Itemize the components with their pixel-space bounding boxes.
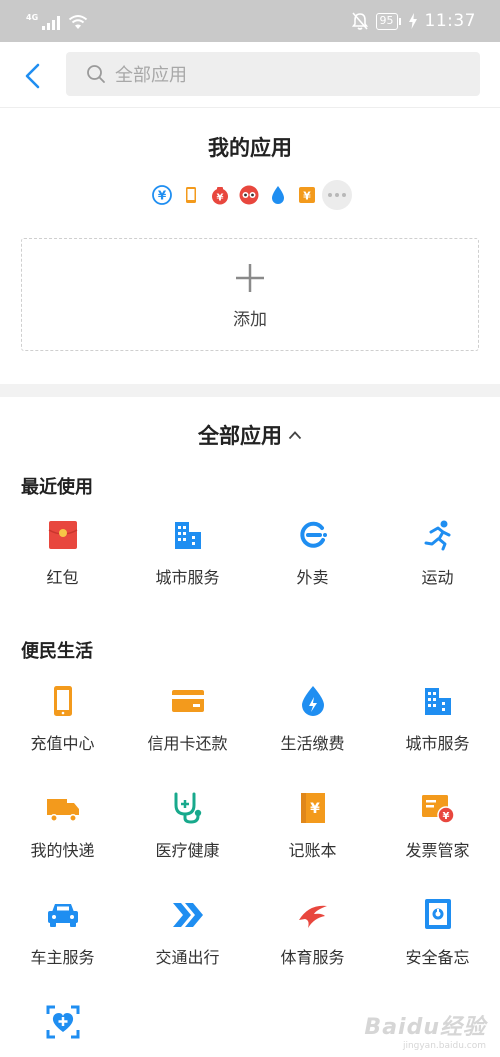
app-label: 信用卡还款 <box>147 734 228 753</box>
app-label: 记账本 <box>288 841 337 860</box>
app-health-partial[interactable] <box>0 991 125 1057</box>
invoice-icon: ¥ <box>422 795 455 824</box>
app-security-memo[interactable]: 安全备忘 <box>375 884 500 991</box>
section-title-recent: 最近使用 <box>21 477 93 498</box>
battery-indicator: 95 <box>375 12 401 30</box>
baidu-watermark: Baidu经验 jingyan.baidu.com <box>364 1009 486 1051</box>
battery-tip <box>398 17 401 25</box>
yuan-circle-icon: ¥ <box>148 182 175 209</box>
app-label: 充值中心 <box>30 734 95 753</box>
app-credit-card-repay[interactable]: 信用卡还款 <box>125 670 250 777</box>
app-sports-service[interactable]: 体育服务 <box>250 884 375 991</box>
ledger-icon: ¥ <box>301 793 325 823</box>
mute-bell-icon <box>351 12 368 30</box>
money-bag-icon: ¥ <box>206 182 233 209</box>
section-title-convenience: 便民生活 <box>21 641 93 662</box>
app-label: 运动 <box>421 568 454 587</box>
app-city-service[interactable]: 城市服务 <box>125 504 250 611</box>
app-transport[interactable]: 交通出行 <box>125 884 250 991</box>
app-medical-health[interactable]: 医疗健康 <box>125 777 250 884</box>
app-utility-payment[interactable]: 生活缴费 <box>250 670 375 777</box>
app-label: 发票管家 <box>405 841 470 860</box>
app-city-service-2[interactable]: 城市服务 <box>375 670 500 777</box>
red-envelope-icon <box>48 521 78 549</box>
charging-bolt-icon <box>408 13 417 29</box>
plus-icon <box>236 264 264 292</box>
section-divider <box>0 384 500 397</box>
back-arrow-icon[interactable] <box>20 61 46 91</box>
transport-arrows-icon <box>173 903 203 927</box>
watermark-logo: Baidu经验 <box>364 1015 486 1040</box>
app-label: 外卖 <box>296 568 329 587</box>
app-label: 红包 <box>46 568 79 587</box>
more-dots-icon <box>322 180 352 210</box>
my-apps-section: 我的应用 ¥ ¥ ¥ 添加 <box>0 108 500 384</box>
credit-card-icon <box>172 690 204 712</box>
city-building-icon <box>425 688 451 715</box>
app-label: 医疗健康 <box>155 841 220 860</box>
battery-level: 95 <box>375 12 398 30</box>
svg-text:¥: ¥ <box>157 189 166 203</box>
app-takeout[interactable]: 外卖 <box>250 504 375 611</box>
yang-icon: ¥ <box>293 182 320 209</box>
network-type: 4G <box>26 13 39 22</box>
delivery-truck-icon <box>47 799 79 822</box>
svg-text:¥: ¥ <box>310 801 320 817</box>
my-apps-icons[interactable]: ¥ ¥ ¥ <box>148 179 352 211</box>
app-car-owner-service[interactable]: 车主服务 <box>0 884 125 991</box>
city-building-icon <box>175 522 201 549</box>
app-my-express[interactable]: 我的快递 <box>0 777 125 884</box>
car-icon <box>48 904 78 927</box>
water-drop-icon <box>264 182 291 209</box>
app-invoice-manager[interactable]: ¥ 发票管家 <box>375 777 500 884</box>
all-apps-toggle[interactable]: 全部应用 <box>0 418 500 452</box>
watermark-url: jingyan.baidu.com <box>402 1041 486 1051</box>
utility-bill-icon <box>302 686 324 716</box>
wifi-icon <box>69 15 88 29</box>
add-label: 添加 <box>233 310 267 330</box>
app-label: 交通出行 <box>155 948 220 967</box>
svg-text:¥: ¥ <box>216 193 223 204</box>
add-app-button[interactable]: 添加 <box>21 238 479 351</box>
phone-icon <box>177 182 204 209</box>
app-label: 城市服务 <box>155 568 220 587</box>
app-account-book[interactable]: ¥ 记账本 <box>250 777 375 884</box>
status-right: 95 11:37 <box>351 10 477 32</box>
phone-recharge-icon <box>54 686 72 716</box>
app-label: 体育服务 <box>280 948 345 967</box>
sports-icon <box>299 905 327 928</box>
header: 全部应用 <box>0 42 500 108</box>
svg-text:¥: ¥ <box>303 190 311 203</box>
running-icon <box>424 520 451 551</box>
search-placeholder: 全部应用 <box>115 65 187 86</box>
app-recharge-center[interactable]: 充值中心 <box>0 670 125 777</box>
stethoscope-icon <box>174 792 202 824</box>
status-left: 4G <box>26 10 88 30</box>
app-label: 城市服务 <box>405 734 470 753</box>
app-label: 车主服务 <box>30 948 95 967</box>
app-label: 安全备忘 <box>405 948 470 967</box>
clock: 11:37 <box>424 11 476 31</box>
app-label: 生活缴费 <box>280 734 345 753</box>
svg-text:¥: ¥ <box>443 811 450 822</box>
chevron-up-icon <box>288 431 302 440</box>
app-label: 我的快递 <box>30 841 95 860</box>
status-bar: 4G 95 11:37 <box>0 0 500 42</box>
health-heart-icon <box>46 1005 80 1039</box>
recent-apps-grid: 红包 城市服务 外卖 运动 <box>0 504 500 611</box>
my-apps-title: 我的应用 <box>208 136 292 160</box>
search-input[interactable]: 全部应用 <box>66 52 480 96</box>
safe-box-icon <box>425 899 451 929</box>
signal-icon <box>42 16 61 30</box>
search-icon <box>87 65 105 83</box>
takeout-icon <box>300 521 327 548</box>
red-glasses-icon <box>235 182 262 209</box>
all-apps-title: 全部应用 <box>198 424 282 448</box>
app-red-envelope[interactable]: 红包 <box>0 504 125 611</box>
convenience-apps-grid: 充值中心 信用卡还款 生活缴费 城市服务 我的快递 医疗健康 ¥ 记账本 ¥ 发… <box>0 670 500 1057</box>
app-sports-running[interactable]: 运动 <box>375 504 500 611</box>
